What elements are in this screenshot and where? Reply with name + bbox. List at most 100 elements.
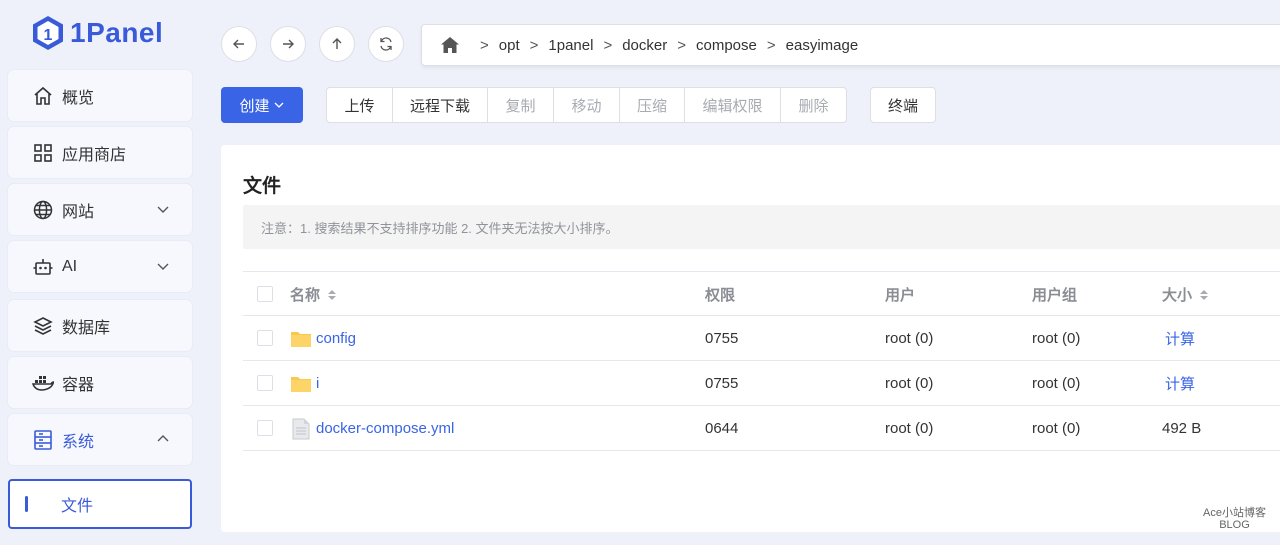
file-group: root (0)	[1032, 420, 1081, 437]
forward-button[interactable]	[270, 26, 306, 62]
edit-permission-button[interactable]: 编辑权限	[685, 88, 781, 122]
file-perm: 0644	[705, 420, 739, 437]
file-group: root (0)	[1032, 375, 1081, 392]
calculate-size-link[interactable]: 计算	[1165, 316, 1195, 361]
database-icon	[32, 315, 54, 337]
arrow-up-icon	[332, 38, 342, 49]
arrow-left-icon	[233, 39, 244, 49]
sidebar-item-appstore[interactable]: 应用商店	[8, 127, 192, 178]
file-perm: 0755	[705, 330, 739, 347]
header-user: 用户	[885, 287, 916, 304]
arrow-right-icon	[283, 39, 294, 49]
header-name[interactable]: 名称	[290, 272, 338, 317]
compress-button[interactable]: 压缩	[620, 88, 685, 122]
sort-icon	[1200, 289, 1209, 300]
sidebar-item-database[interactable]: 数据库	[8, 300, 192, 351]
table-row[interactable]: i 0755 root (0) root (0) 计算	[243, 361, 1280, 406]
sidebar-item-label: 数据库	[62, 319, 111, 337]
sidebar: 1 1Panel 概览 应用商店 网站 AI 数据库 容器 系统 文件	[0, 0, 200, 545]
globe-icon	[32, 199, 54, 221]
file-name[interactable]: docker-compose.yml	[316, 420, 454, 437]
breadcrumb-item[interactable]: 1panel	[548, 37, 593, 54]
create-button[interactable]: 创建	[221, 87, 303, 123]
back-button[interactable]	[221, 26, 257, 62]
folder-icon	[291, 376, 311, 392]
watermark-line: BLOG	[1219, 519, 1250, 531]
sidebar-item-overview[interactable]: 概览	[8, 70, 192, 121]
row-checkbox[interactable]	[257, 330, 273, 346]
logo-text: 1Panel	[70, 17, 164, 48]
table-row[interactable]: config 0755 root (0) root (0) 计算	[243, 316, 1280, 361]
chevron-down-icon	[274, 102, 283, 108]
svg-text:1: 1	[44, 27, 53, 44]
sidebar-subitem-files[interactable]: 文件	[8, 479, 192, 529]
sidebar-item-system[interactable]: 系统	[8, 414, 192, 465]
docker-icon	[32, 372, 54, 394]
delete-button[interactable]: 删除	[781, 88, 846, 122]
sidebar-item-label: 网站	[62, 203, 95, 221]
file-size: 492 B	[1162, 420, 1202, 437]
header-size[interactable]: 大小	[1162, 272, 1210, 317]
row-checkbox[interactable]	[257, 420, 273, 436]
breadcrumb-separator: >	[677, 36, 686, 54]
terminal-button[interactable]: 终端	[870, 87, 936, 123]
file-name-cell[interactable]: i	[290, 361, 319, 406]
refresh-button[interactable]	[368, 26, 404, 62]
card-title: 文件	[243, 176, 282, 197]
breadcrumb-item[interactable]: docker	[622, 37, 667, 54]
file-user: root (0)	[885, 375, 934, 392]
table-row[interactable]: docker-compose.yml 0644 root (0) root (0…	[243, 406, 1280, 451]
up-button[interactable]	[319, 26, 355, 62]
header-group: 用户组	[1032, 287, 1078, 304]
chevron-down-icon	[157, 206, 169, 213]
copy-button[interactable]: 复制	[488, 88, 554, 122]
breadcrumb-item[interactable]: compose	[696, 37, 757, 54]
sidebar-item-label: 概览	[62, 89, 95, 107]
sidebar-item-label: 容器	[62, 376, 95, 394]
breadcrumb-separator: >	[529, 36, 539, 54]
sidebar-item-label: AI	[62, 257, 78, 275]
header-perm: 权限	[705, 287, 736, 304]
breadcrumb-separator: >	[480, 36, 489, 54]
refresh-icon	[380, 37, 392, 51]
select-all-checkbox[interactable]	[257, 286, 273, 302]
table-header: 名称 权限 用户 用户组 大小	[243, 271, 1280, 316]
create-label: 创建	[239, 97, 270, 115]
home-icon	[32, 85, 54, 107]
breadcrumb-item[interactable]: easyimage	[786, 37, 859, 54]
logo-icon: 1	[33, 16, 63, 50]
header-label: 名称	[290, 287, 321, 304]
notice-banner: 注意：1. 搜索结果不支持排序功能 2. 文件夹无法按大小排序。	[243, 205, 1280, 249]
sidebar-item-ai[interactable]: AI	[8, 241, 192, 292]
file-name-cell[interactable]: config	[290, 316, 356, 361]
server-icon	[32, 429, 54, 451]
file-perm: 0755	[705, 375, 739, 392]
move-button[interactable]: 移动	[554, 88, 620, 122]
watermark: Ace小站博客 BLOG	[1203, 507, 1266, 531]
breadcrumb: > opt > 1panel > docker > compose > easy…	[421, 24, 1280, 66]
sidebar-item-container[interactable]: 容器	[8, 357, 192, 408]
file-card: 文件 注意：1. 搜索结果不支持排序功能 2. 文件夹无法按大小排序。 名称 权…	[221, 145, 1280, 532]
sidebar-subitem-label: 文件	[61, 498, 94, 515]
logo: 1 1Panel	[30, 12, 163, 54]
file-group: root (0)	[1032, 330, 1081, 347]
file-actions-group: 上传 远程下载 复制 移动 压缩 编辑权限 删除	[326, 87, 847, 123]
watermark-line: Ace小站博客	[1203, 507, 1266, 519]
file-name-cell[interactable]: docker-compose.yml	[290, 406, 454, 451]
home-icon[interactable]	[440, 35, 460, 55]
remote-download-button[interactable]: 远程下载	[393, 88, 488, 122]
row-checkbox[interactable]	[257, 375, 273, 391]
breadcrumb-item[interactable]: opt	[499, 37, 520, 54]
active-indicator	[25, 496, 28, 512]
upload-button[interactable]: 上传	[327, 88, 393, 122]
breadcrumb-separator: >	[603, 36, 613, 54]
chevron-down-icon	[157, 263, 169, 270]
sort-icon	[328, 289, 337, 300]
robot-icon	[32, 256, 54, 278]
calculate-size-link[interactable]: 计算	[1165, 361, 1195, 406]
file-name[interactable]: config	[316, 330, 356, 347]
sidebar-item-website[interactable]: 网站	[8, 184, 192, 235]
file-name[interactable]: i	[316, 375, 319, 392]
folder-icon	[291, 331, 311, 347]
chevron-up-icon	[157, 435, 169, 442]
